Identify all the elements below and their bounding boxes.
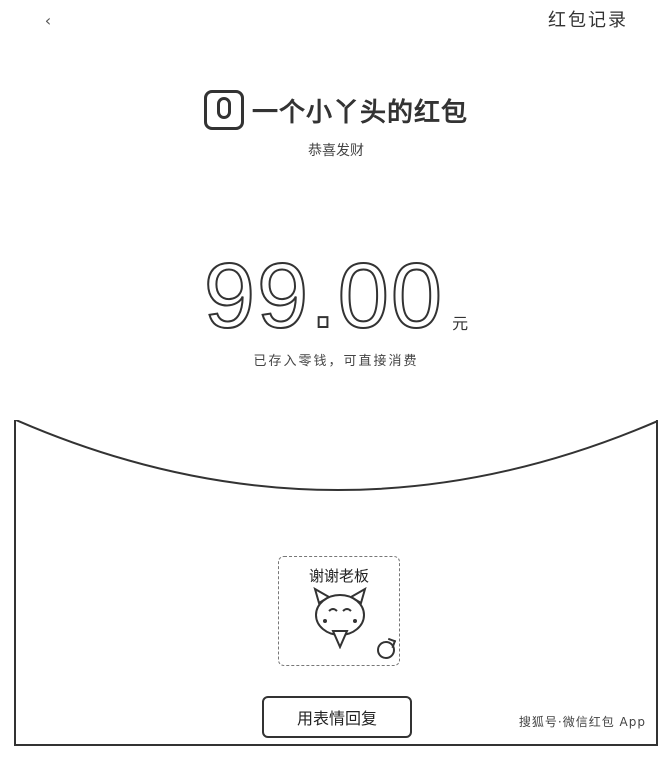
sticker-text: 谢谢老板: [308, 567, 369, 585]
sender-avatar[interactable]: [203, 90, 244, 130]
reply-card: 谢谢老板 用表情回复 搜狐号·微信红包 App: [14, 420, 658, 746]
sender-header: 一个小丫头的红包 恭喜发财: [0, 90, 672, 160]
amount-row: 99.00 元: [0, 245, 672, 347]
amount-unit: 元: [452, 316, 469, 333]
cat-sticker-icon: [313, 587, 367, 649]
red-packet-title: 一个小丫头的红包: [251, 97, 468, 128]
top-bar: ‹ 红包记录: [0, 0, 672, 40]
red-packet-records-link[interactable]: 红包记录: [548, 6, 628, 32]
greeting-text: 恭喜发财: [308, 143, 364, 159]
reply-with-sticker-button[interactable]: 用表情回复: [262, 696, 412, 738]
amount-value: 99.00: [203, 245, 445, 347]
watermark-text: 搜狐号·微信红包 App: [518, 715, 646, 729]
back-button[interactable]: ‹: [36, 8, 60, 32]
sticker-preview[interactable]: 谢谢老板: [278, 556, 400, 666]
refresh-icon[interactable]: [377, 641, 395, 659]
title-row: 一个小丫头的红包: [203, 90, 468, 130]
wallet-note[interactable]: 已存入零钱，可直接消费: [0, 350, 672, 369]
chevron-left-icon: ‹: [44, 10, 52, 30]
card-curve: [16, 420, 656, 491]
